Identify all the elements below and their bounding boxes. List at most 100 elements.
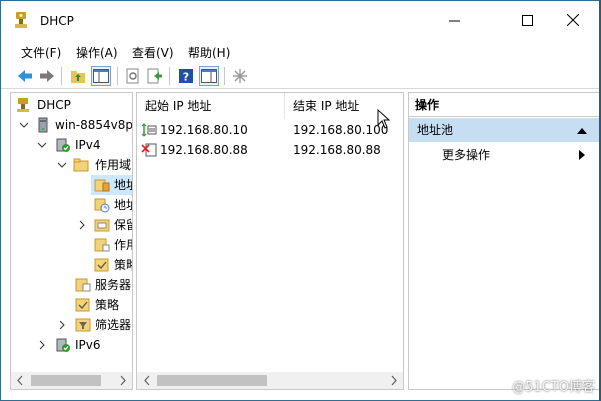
- tree-item-server-options[interactable]: 服务器: [11, 275, 132, 295]
- more-actions-item[interactable]: 更多操作: [409, 144, 599, 166]
- tree-label-policies: 策略: [95, 298, 120, 312]
- table-row[interactable]: 192.168.80.10 192.168.80.100: [137, 120, 403, 140]
- tree-item-server[interactable]: win-8854v8p: [11, 115, 132, 135]
- list-horizontal-scrollbar[interactable]: [137, 372, 403, 389]
- tree-item-address-pool[interactable]: 地址: [11, 175, 132, 195]
- policy-icon: [75, 298, 90, 312]
- tree-item-filters[interactable]: 筛选器: [11, 315, 132, 335]
- show-hide-tree-button[interactable]: [91, 66, 111, 86]
- start-ip-value: 192.168.80.88: [160, 143, 248, 157]
- show-hide-action-pane-button[interactable]: [199, 66, 219, 86]
- tree-label-scope-options: 作用: [114, 238, 132, 252]
- tree-label-reservations: 保留: [114, 218, 132, 232]
- maximize-button[interactable]: [504, 1, 550, 39]
- maximize-icon: [521, 14, 533, 26]
- tree-item-scope[interactable]: 作用域: [11, 155, 132, 175]
- minimize-button[interactable]: [431, 1, 477, 39]
- toolbar-separator: [224, 67, 225, 85]
- tree-label-address-pool: 地址: [114, 178, 132, 192]
- scope-options-icon: [94, 238, 110, 252]
- back-button[interactable]: [15, 66, 35, 86]
- tree-label-server: win-8854v8p: [55, 118, 133, 132]
- menu-file[interactable]: 文件(F): [21, 44, 61, 61]
- help-button[interactable]: ?: [176, 66, 196, 86]
- menu-bar: 文件(F) 操作(A) 查看(V) 帮助(H): [1, 39, 600, 63]
- end-ip-value: 192.168.80.88: [293, 143, 381, 157]
- chevron-down-icon[interactable]: [19, 120, 29, 130]
- watermark: @51CTO博客: [512, 380, 595, 395]
- address-leases-icon: [94, 198, 110, 213]
- svg-text:?: ?: [183, 71, 189, 84]
- tree-label-server-options: 服务器: [95, 278, 132, 292]
- chevron-right-icon[interactable]: [57, 320, 67, 330]
- tree-item-scope-options[interactable]: 作用: [11, 235, 132, 255]
- tree-horizontal-scrollbar[interactable]: [11, 372, 132, 389]
- scrollbar-thumb[interactable]: [157, 375, 267, 386]
- scroll-left-icon[interactable]: [15, 375, 25, 386]
- tree-item-reservations[interactable]: 保留: [11, 215, 132, 235]
- action-section-label: 地址池: [417, 123, 454, 137]
- window-title: DHCP: [40, 14, 74, 28]
- tree-item-address-leases[interactable]: 地址: [11, 195, 132, 215]
- dhcp-app-icon: [15, 12, 27, 28]
- action-section-address-pool[interactable]: 地址池: [409, 118, 599, 142]
- scroll-right-icon[interactable]: [118, 375, 128, 386]
- scroll-right-icon[interactable]: [389, 375, 399, 386]
- menu-view[interactable]: 查看(V): [132, 44, 174, 61]
- ipv4-icon: [56, 138, 70, 152]
- tree-label-address-leases: 地址: [114, 198, 132, 212]
- refresh-button[interactable]: [123, 66, 143, 86]
- tree-item-scope-policies[interactable]: 策略: [11, 255, 132, 275]
- more-actions-label: 更多操作: [442, 148, 491, 162]
- tree-label-scope-policies: 策略: [114, 258, 132, 272]
- chevron-right-icon[interactable]: [77, 220, 87, 230]
- refresh-page-icon: [126, 68, 139, 84]
- tree-item-ipv6[interactable]: IPv6: [11, 335, 132, 355]
- server-options-icon: [75, 278, 91, 292]
- toolbar-separator: [61, 67, 62, 85]
- tree-label-filters: 筛选器: [95, 318, 132, 332]
- forward-arrow-icon: [40, 70, 54, 82]
- chevron-down-icon[interactable]: [37, 140, 47, 150]
- export-icon: [147, 68, 162, 84]
- folder-icon: [73, 158, 89, 172]
- console-tree-icon: [93, 69, 109, 83]
- star-button[interactable]: [230, 66, 250, 86]
- tree-label-scope: 作用域: [95, 158, 132, 172]
- address-pool-icon: [94, 179, 110, 192]
- tree-item-policies[interactable]: 策略: [11, 295, 132, 315]
- back-arrow-icon: [18, 70, 32, 82]
- scroll-left-icon[interactable]: [142, 375, 152, 386]
- start-ip-value: 192.168.80.10: [160, 123, 248, 137]
- address-pool-list-pane: 起始 IP 地址 结束 IP 地址 192.168.80.10 192.168.…: [136, 92, 404, 390]
- server-icon: [38, 117, 48, 133]
- action-pane-icon: [201, 69, 217, 83]
- scrollbar-thumb[interactable]: [31, 375, 101, 386]
- tree-item-dhcp[interactable]: DHCP: [11, 95, 132, 115]
- menu-help[interactable]: 帮助(H): [188, 44, 230, 61]
- tree-label-dhcp: DHCP: [37, 98, 71, 112]
- column-header-start-ip[interactable]: 起始 IP 地址: [137, 93, 285, 119]
- chevron-right-icon[interactable]: [37, 340, 47, 350]
- ipv6-icon: [56, 338, 70, 352]
- console-tree-pane: DHCP win-8854v8p IPv4 作用域 地址 地址: [10, 92, 133, 390]
- tree-item-ipv4[interactable]: IPv4: [11, 135, 132, 155]
- collapse-up-icon[interactable]: [577, 127, 587, 134]
- menu-action[interactable]: 操作(A): [76, 44, 118, 61]
- close-button[interactable]: [550, 1, 596, 39]
- title-bar: DHCP: [1, 1, 600, 39]
- chevron-right-icon: [579, 150, 585, 160]
- toolbar-separator: [117, 67, 118, 85]
- export-list-button[interactable]: [145, 66, 165, 86]
- action-pane: 操作 地址池 更多操作: [408, 92, 600, 390]
- table-row[interactable]: 192.168.80.88 192.168.80.88: [137, 140, 403, 160]
- dhcp-root-icon: [17, 98, 29, 112]
- dhcp-window: DHCP 文件(F) 操作(A) 查看(V) 帮助(H) ? DHCP win-…: [0, 0, 601, 401]
- toolbar-separator: [169, 67, 170, 85]
- end-ip-value: 192.168.80.100: [293, 123, 389, 137]
- policy-icon: [94, 258, 109, 272]
- chevron-down-icon[interactable]: [57, 160, 67, 170]
- forward-button[interactable]: [37, 66, 57, 86]
- up-level-button[interactable]: [68, 66, 88, 86]
- exclusion-range-icon: [141, 143, 157, 157]
